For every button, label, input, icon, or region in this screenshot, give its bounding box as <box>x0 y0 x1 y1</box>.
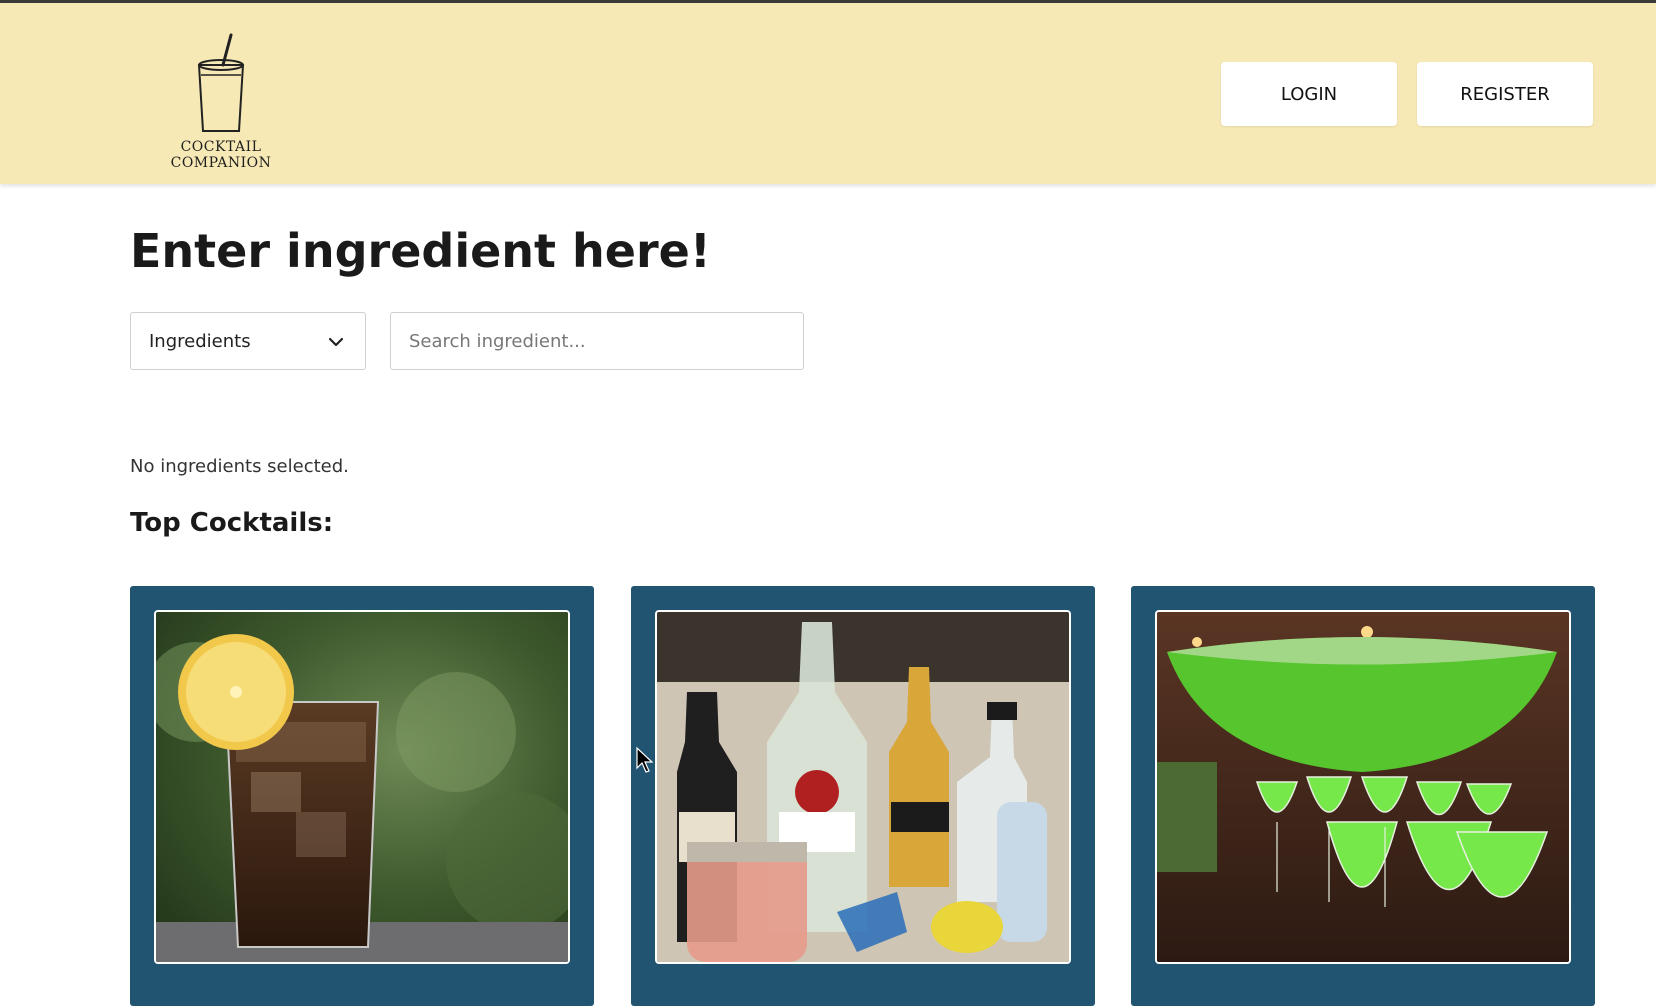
ingredients-dropdown[interactable]: Ingredients <box>130 312 366 370</box>
cocktail-card[interactable] <box>130 586 594 1006</box>
liquor-bottles-image <box>657 612 1069 962</box>
register-button[interactable]: REGISTER <box>1417 62 1593 126</box>
section-title: Top Cocktails: <box>130 508 334 538</box>
site-logo[interactable]: COCKTAIL COMPANION <box>137 31 305 171</box>
cocktail-card[interactable] <box>631 586 1095 1006</box>
green-punch-image <box>1157 612 1569 962</box>
cocktail-card[interactable] <box>1131 586 1595 1006</box>
cocktail-image[interactable] <box>1155 610 1571 964</box>
page-title: Enter ingredient here! <box>130 224 711 278</box>
site-header: COCKTAIL COMPANION LOGIN REGISTER <box>0 3 1656 184</box>
dropdown-selected-value: Ingredients <box>149 330 251 352</box>
cocktail-image[interactable] <box>655 610 1071 964</box>
cocktail-image[interactable] <box>154 610 570 964</box>
search-input[interactable] <box>390 312 804 370</box>
login-button[interactable]: LOGIN <box>1221 62 1397 126</box>
chevron-down-icon <box>328 337 344 347</box>
logo-text: COCKTAIL COMPANION <box>170 139 272 171</box>
iced-cola-drink-image <box>156 612 568 962</box>
cup-with-straw-icon <box>197 33 245 132</box>
mouse-pointer-icon <box>636 746 654 773</box>
selection-status: No ingredients selected. <box>130 456 349 477</box>
